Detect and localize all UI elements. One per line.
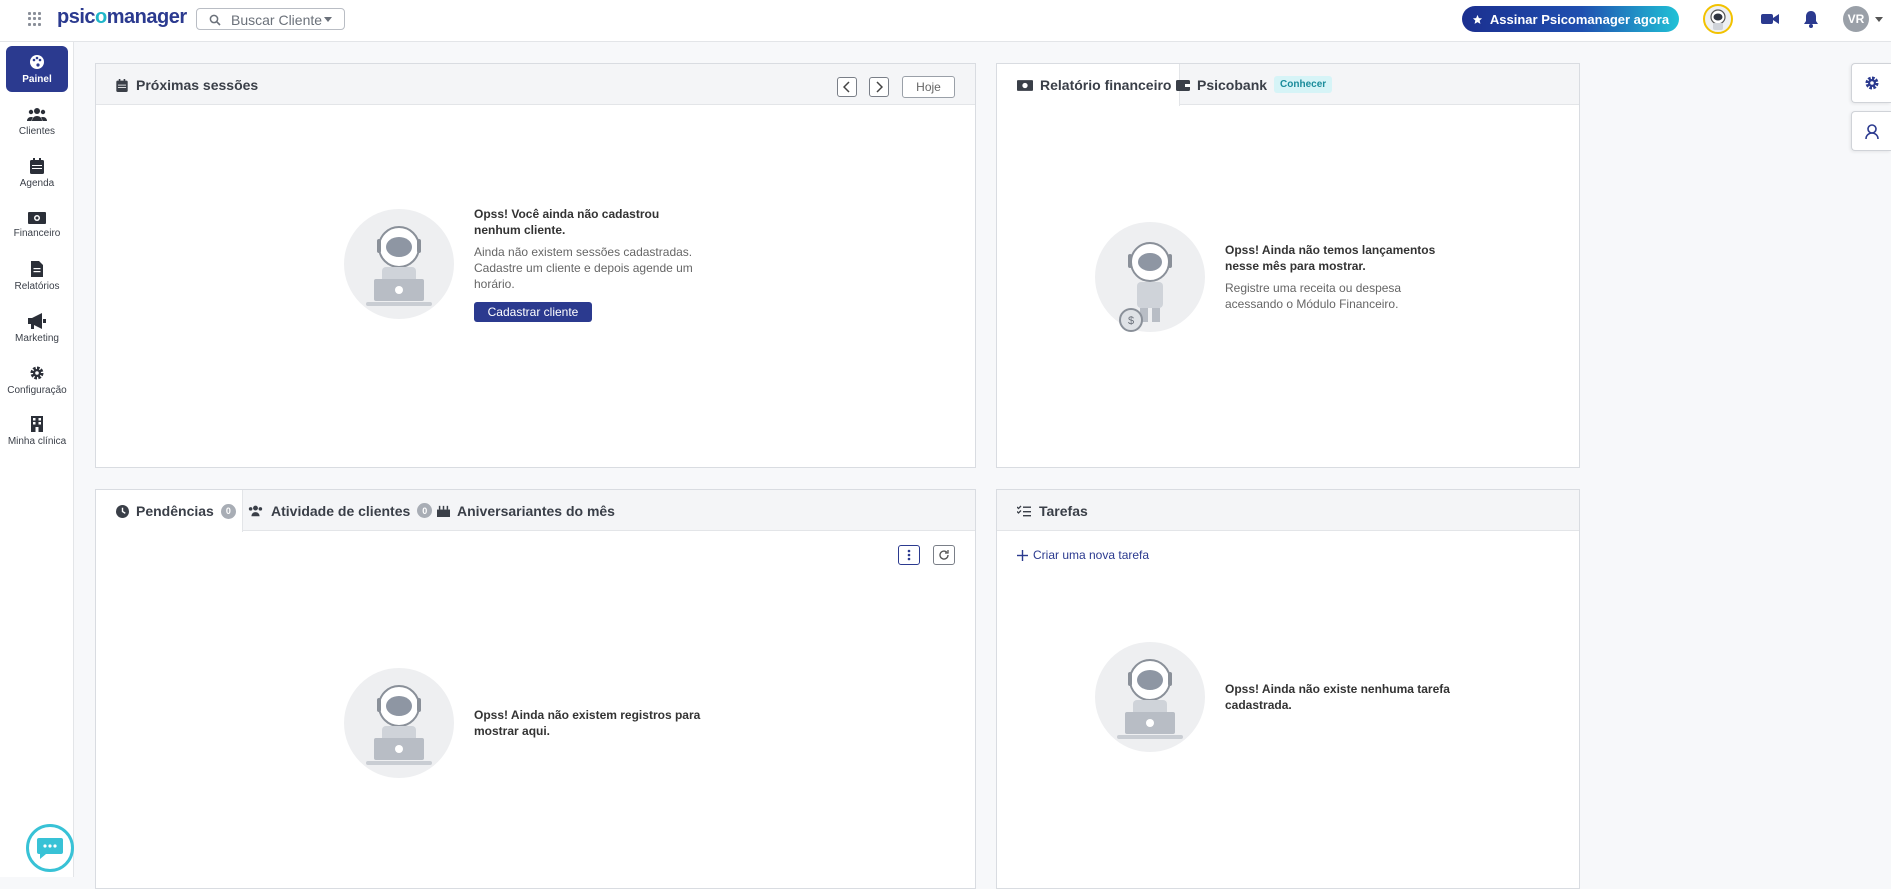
star-icon [1472,14,1482,24]
sidebar-item-painel[interactable]: Painel [6,46,68,92]
sidebar-item-label: Relatórios [14,280,60,292]
tasks-card: Tarefas Criar uma nova tarefa Opss! Aind… [996,489,1580,889]
chevron-down-icon[interactable] [1875,17,1883,22]
checklist-icon [1017,505,1031,517]
sidebar-item-label: Painel [22,73,52,85]
gear-icon [30,366,44,379]
users-icon [27,107,47,121]
empty-title: Opss! Você ainda não cadastrou nenhum cl… [474,207,660,237]
create-task-link[interactable]: Criar uma nova tarefa [1017,548,1149,562]
clock-icon [116,504,129,518]
gear-icon [1865,76,1878,90]
chevron-right-icon [876,81,883,93]
card-title: Tarefas [1017,503,1088,519]
next-button[interactable] [869,77,889,97]
tab-psicobank[interactable]: Psicobank Conhecer [1176,64,1333,105]
refresh-icon [939,550,949,560]
empty-state: Opss! Você ainda não cadastrou nenhum cl… [344,206,704,322]
empty-title: Opss! Ainda não existe nenhuma tarefa ca… [1225,682,1450,712]
sidebar-item-configuracao[interactable]: Configuração [6,357,68,403]
astronaut-laptop-illustration [344,668,454,778]
client-activity-count-badge: 0 [417,503,433,518]
bell-icon[interactable] [1803,10,1819,28]
empty-description: Ainda não existem sessões cadastradas. C… [474,245,693,291]
svg-text:$: $ [1128,315,1134,327]
sidebar-item-label: Clientes [18,125,56,137]
sidebar-item-label: Configuração [7,384,67,396]
card-title: Próximas sessões [116,77,258,93]
tab-client-activity[interactable]: Atividade de clientes 0 [247,490,433,531]
plus-icon [1017,549,1028,561]
sidebar-item-agenda[interactable]: Agenda [6,150,68,196]
card-header: Relatório financeiro Psicobank Conhecer [997,64,1579,106]
subscribe-button[interactable]: Assinar Psicomanager agora [1462,6,1679,32]
search-icon [209,14,221,26]
top-bar: psicomanager Buscar Cliente Assinar Psic… [0,0,1891,42]
more-options-button[interactable] [898,545,920,565]
sidebar-item-marketing[interactable]: Marketing [6,305,68,351]
calendar-icon [30,157,44,174]
conhecer-badge[interactable]: Conhecer [1274,76,1333,93]
vertical-dots-icon [907,549,911,561]
chevron-down-icon [324,17,332,22]
sidebar-item-financeiro[interactable]: Financeiro [6,202,68,248]
sidebar-item-label: Financeiro [13,227,61,239]
today-button[interactable]: Hoje [902,76,955,98]
pending-count-badge: 0 [220,503,236,519]
empty-title: Opss! Ainda não existem registros para m… [474,708,701,738]
tab-birthdays[interactable]: Aniversariantes do mês [437,490,615,531]
chat-support-button[interactable] [26,824,74,872]
apps-grid-icon[interactable] [28,12,42,26]
card-header: Tarefas [997,490,1579,531]
wallet-icon [1176,79,1190,91]
chat-icon [37,838,63,859]
money-icon [28,211,46,224]
building-icon [31,415,43,432]
astronaut-avatar[interactable] [1703,4,1733,34]
astronaut-laptop-illustration [344,209,454,319]
megaphone-icon [28,312,46,329]
document-icon [31,260,43,277]
client-search-dropdown[interactable]: Buscar Cliente [196,8,345,30]
astronaut-laptop-illustration [1095,642,1205,752]
tab-financial-report[interactable]: Relatório financeiro [997,64,1181,106]
settings-float-button[interactable] [1851,63,1891,103]
empty-description: Registre uma receita ou despesa acessand… [1225,281,1402,311]
previous-button[interactable] [837,77,857,97]
activity-card: Pendências 0 Atividade de clientes 0 Ani… [95,489,976,889]
sidebar-item-clientes[interactable]: Clientes [6,98,68,144]
chevron-left-icon [843,81,850,93]
empty-state: Opss! Ainda não existem registros para m… [344,668,734,778]
financial-card: Relatório financeiro Psicobank Conhecer … [996,63,1580,468]
sidebar-item-label: Marketing [15,332,59,344]
user-headset-icon [1864,124,1879,139]
sidebar-item-minha-clinica[interactable]: Minha clínica [6,408,68,454]
card-header: Próximas sessões Hoje [96,64,975,105]
sidebar: Painel Clientes Agenda Financeiro Relató… [0,42,74,877]
sidebar-item-relatorios[interactable]: Relatórios [6,253,68,299]
app-logo[interactable]: psicomanager [57,6,187,29]
astronaut-coin-illustration: $ [1095,222,1205,332]
empty-state: Opss! Ainda não existe nenhuma tarefa ca… [1095,642,1455,752]
refresh-button[interactable] [933,545,955,565]
sidebar-item-label: Agenda [19,177,55,189]
cake-icon [437,505,450,517]
sidebar-item-label: Minha clínica [7,435,67,447]
money-icon [1017,79,1033,91]
upcoming-sessions-card: Próximas sessões Hoje Opss! Você ainda n… [95,63,976,468]
tab-pending[interactable]: Pendências 0 [96,490,243,532]
empty-title: Opss! Ainda não temos lançamentos nesse … [1225,243,1436,273]
astronaut-icon [1710,9,1726,30]
video-camera-icon[interactable] [1760,10,1780,28]
palette-icon [30,54,44,69]
subscribe-label: Assinar Psicomanager agora [1489,11,1670,27]
user-avatar[interactable]: VR [1843,6,1869,32]
users-icon [248,505,263,517]
empty-state: $ Opss! Ainda não temos lançamentos ness… [1095,222,1455,332]
search-placeholder: Buscar Cliente [231,12,323,28]
register-client-button[interactable]: Cadastrar cliente [474,302,592,322]
calendar-icon [116,78,128,92]
card-header: Pendências 0 Atividade de clientes 0 Ani… [96,490,975,532]
support-float-button[interactable] [1851,111,1891,151]
